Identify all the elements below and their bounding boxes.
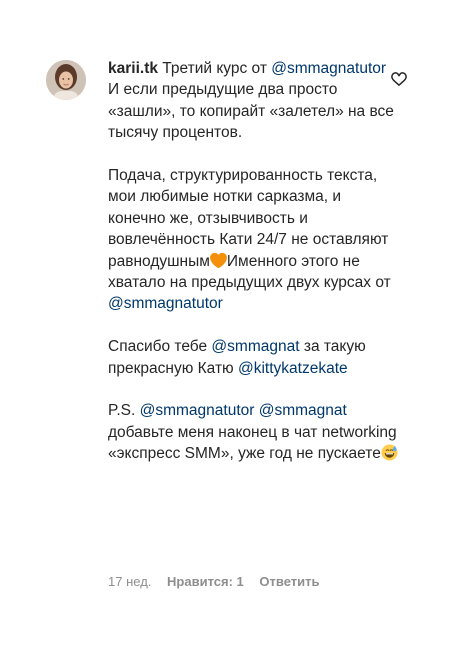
comment-paragraph-3: Спасибо тебе @smmagnat за такую прекрасн… (108, 336, 398, 379)
avatar[interactable] (46, 60, 86, 100)
orange-heart-icon (209, 252, 227, 268)
comment-text: И если предыдущие два просто «зашли», то… (108, 81, 394, 142)
comment-timestamp[interactable]: 17 нед. (108, 574, 151, 589)
heart-icon[interactable] (390, 70, 408, 88)
comment-text: Третий курс от (157, 60, 272, 77)
sweat-smile-icon (381, 444, 398, 461)
comment-text: добавьте меня наконец в чат networking «… (108, 423, 397, 463)
comment-paragraph-4: P.S. @smmagnatutor @smmagnat добавьте ме… (108, 400, 398, 464)
mention-link[interactable]: @smmagnatutor (271, 60, 386, 77)
comment-body: karii.tk Третий курс от @smmagnatutor И е… (108, 58, 398, 465)
avatar-photo (46, 60, 86, 100)
comment-text: Спасибо тебе (108, 338, 212, 356)
mention-link[interactable]: @smmagnatutor (108, 295, 223, 312)
reply-button[interactable]: Ответить (259, 574, 319, 589)
mention-link[interactable]: @smmagnatutor (140, 402, 255, 419)
comment-meta: 17 нед. Нравится: 1 Ответить (108, 574, 331, 589)
mention-link[interactable]: @smmagnat (211, 338, 299, 355)
comment-username[interactable]: karii.tk (108, 60, 158, 77)
mention-link[interactable]: @smmagnat (259, 402, 347, 419)
comment-paragraph-1: karii.tk Третий курс от @smmagnatutor И е… (108, 58, 398, 144)
comment-text: P.S. (108, 402, 140, 420)
mention-link[interactable]: @kittykatzekate (238, 360, 348, 377)
likes-count-button[interactable]: Нравится: 1 (167, 574, 244, 589)
comment-paragraph-2: Подача, структурированность текста, мои … (108, 165, 398, 315)
